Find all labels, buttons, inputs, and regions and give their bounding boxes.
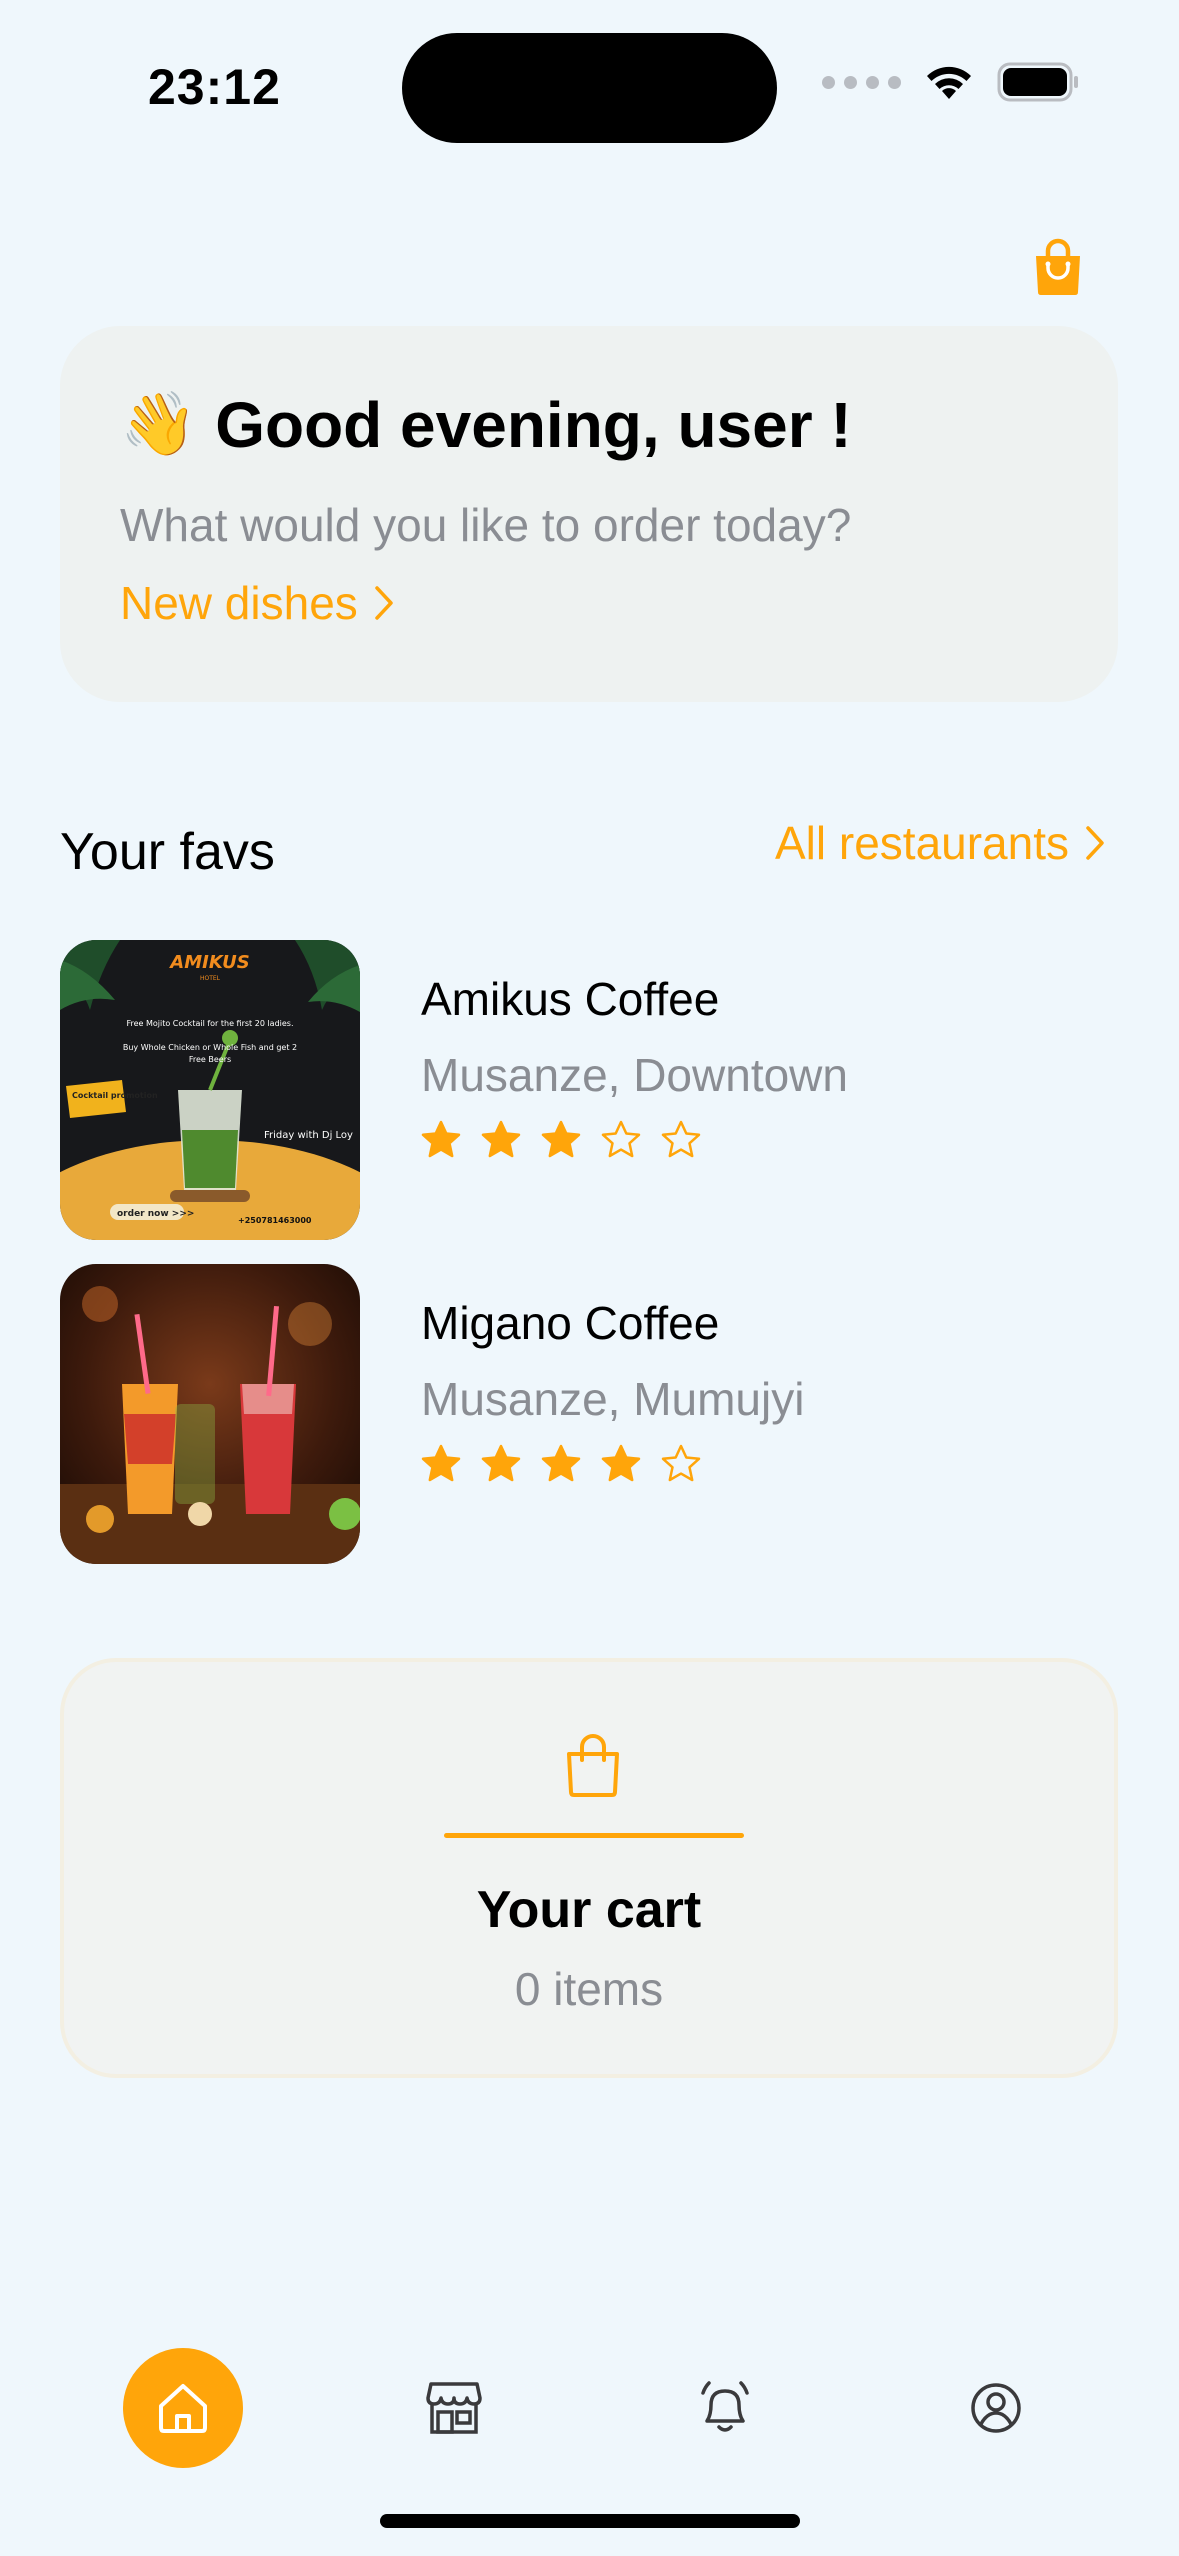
status-icons [822,62,1079,102]
poster-brand: AMIKUS [168,952,249,973]
nav-restaurants[interactable] [394,2348,514,2468]
star-filled-icon [541,1444,581,1482]
battery-icon [997,62,1079,102]
restaurant-location: Musanze, Mumujyi [421,1373,805,1425]
star-empty-icon [661,1120,701,1158]
greeting-title: 👋 Good evening, user ! [120,388,852,462]
nav-notifications[interactable] [665,2348,785,2468]
star-filled-icon [481,1444,521,1482]
new-dishes-label: New dishes [120,577,358,629]
poster-line-1: Free Mojito Cocktail for the first 20 la… [126,1019,293,1028]
restaurant-image [60,1264,360,1564]
restaurant-row-migano[interactable]: Migano Coffee Musanze, Mumujyi [60,1264,1118,1564]
cellular-signal-icon [822,75,901,89]
poster-dj: Friday with Dj Loy [264,1130,353,1141]
poster-line-3: Free Beers [189,1055,231,1064]
greeting-subtitle: What would you like to order today? [120,499,852,551]
profile-icon [971,2383,1021,2433]
rating-stars [421,1444,701,1484]
poster-badge: Cocktail promotion [72,1091,158,1100]
star-empty-icon [661,1444,701,1482]
restaurant-image: Cocktail promotion AMIKUS HOTEL Free Moj… [60,940,360,1240]
bell-icon [701,2381,749,2432]
greeting-text: Good evening, user ! [215,389,852,461]
star-empty-icon [601,1120,641,1158]
star-filled-icon [421,1120,461,1158]
cart-title: Your cart [476,1881,702,1939]
cart-item-count: 0 items [514,1963,664,2015]
restaurant-name: Amikus Coffee [421,973,720,1025]
dynamic-island [402,33,777,143]
star-filled-icon [421,1444,461,1482]
restaurant-row-amikus[interactable]: Cocktail promotion AMIKUS HOTEL Free Moj… [60,940,1118,1240]
nav-home[interactable] [123,2348,243,2468]
shopping-bag-icon [564,1732,622,1798]
greeting-card: 👋 Good evening, user ! What would you li… [60,326,1118,702]
all-restaurants-label: All restaurants [774,817,1069,869]
chevron-right-icon [1086,826,1104,860]
poster-cta: order now >>> [117,1209,194,1219]
star-filled-icon [481,1120,521,1158]
waving-hand-icon: 👋 [120,390,198,459]
restaurant-location: Musanze, Downtown [421,1049,848,1101]
nav-profile[interactable] [936,2348,1056,2468]
star-filled-icon [541,1120,581,1158]
all-restaurants-link[interactable]: All restaurants [775,816,1105,870]
rating-stars [421,1120,701,1160]
status-time: 23:12 [148,59,281,115]
poster-phone: +250781463000 [238,1216,312,1225]
poster-brand-sub: HOTEL [200,975,221,982]
cart-bag-icon[interactable] [1032,238,1084,296]
wifi-icon [923,63,975,101]
chevron-right-icon [375,586,393,620]
home-icon [159,2384,207,2433]
cart-card[interactable]: Your cart 0 items [60,1658,1118,2078]
restaurant-name: Migano Coffee [421,1297,720,1349]
store-icon [426,2382,482,2434]
new-dishes-link[interactable]: New dishes [120,576,394,630]
cart-divider [444,1833,744,1838]
favs-section-title: Your favs [60,823,275,881]
poster-line-2: Buy Whole Chicken or Whole Fish and get … [123,1043,297,1052]
star-filled-icon [601,1444,641,1482]
home-indicator[interactable] [380,2514,800,2528]
